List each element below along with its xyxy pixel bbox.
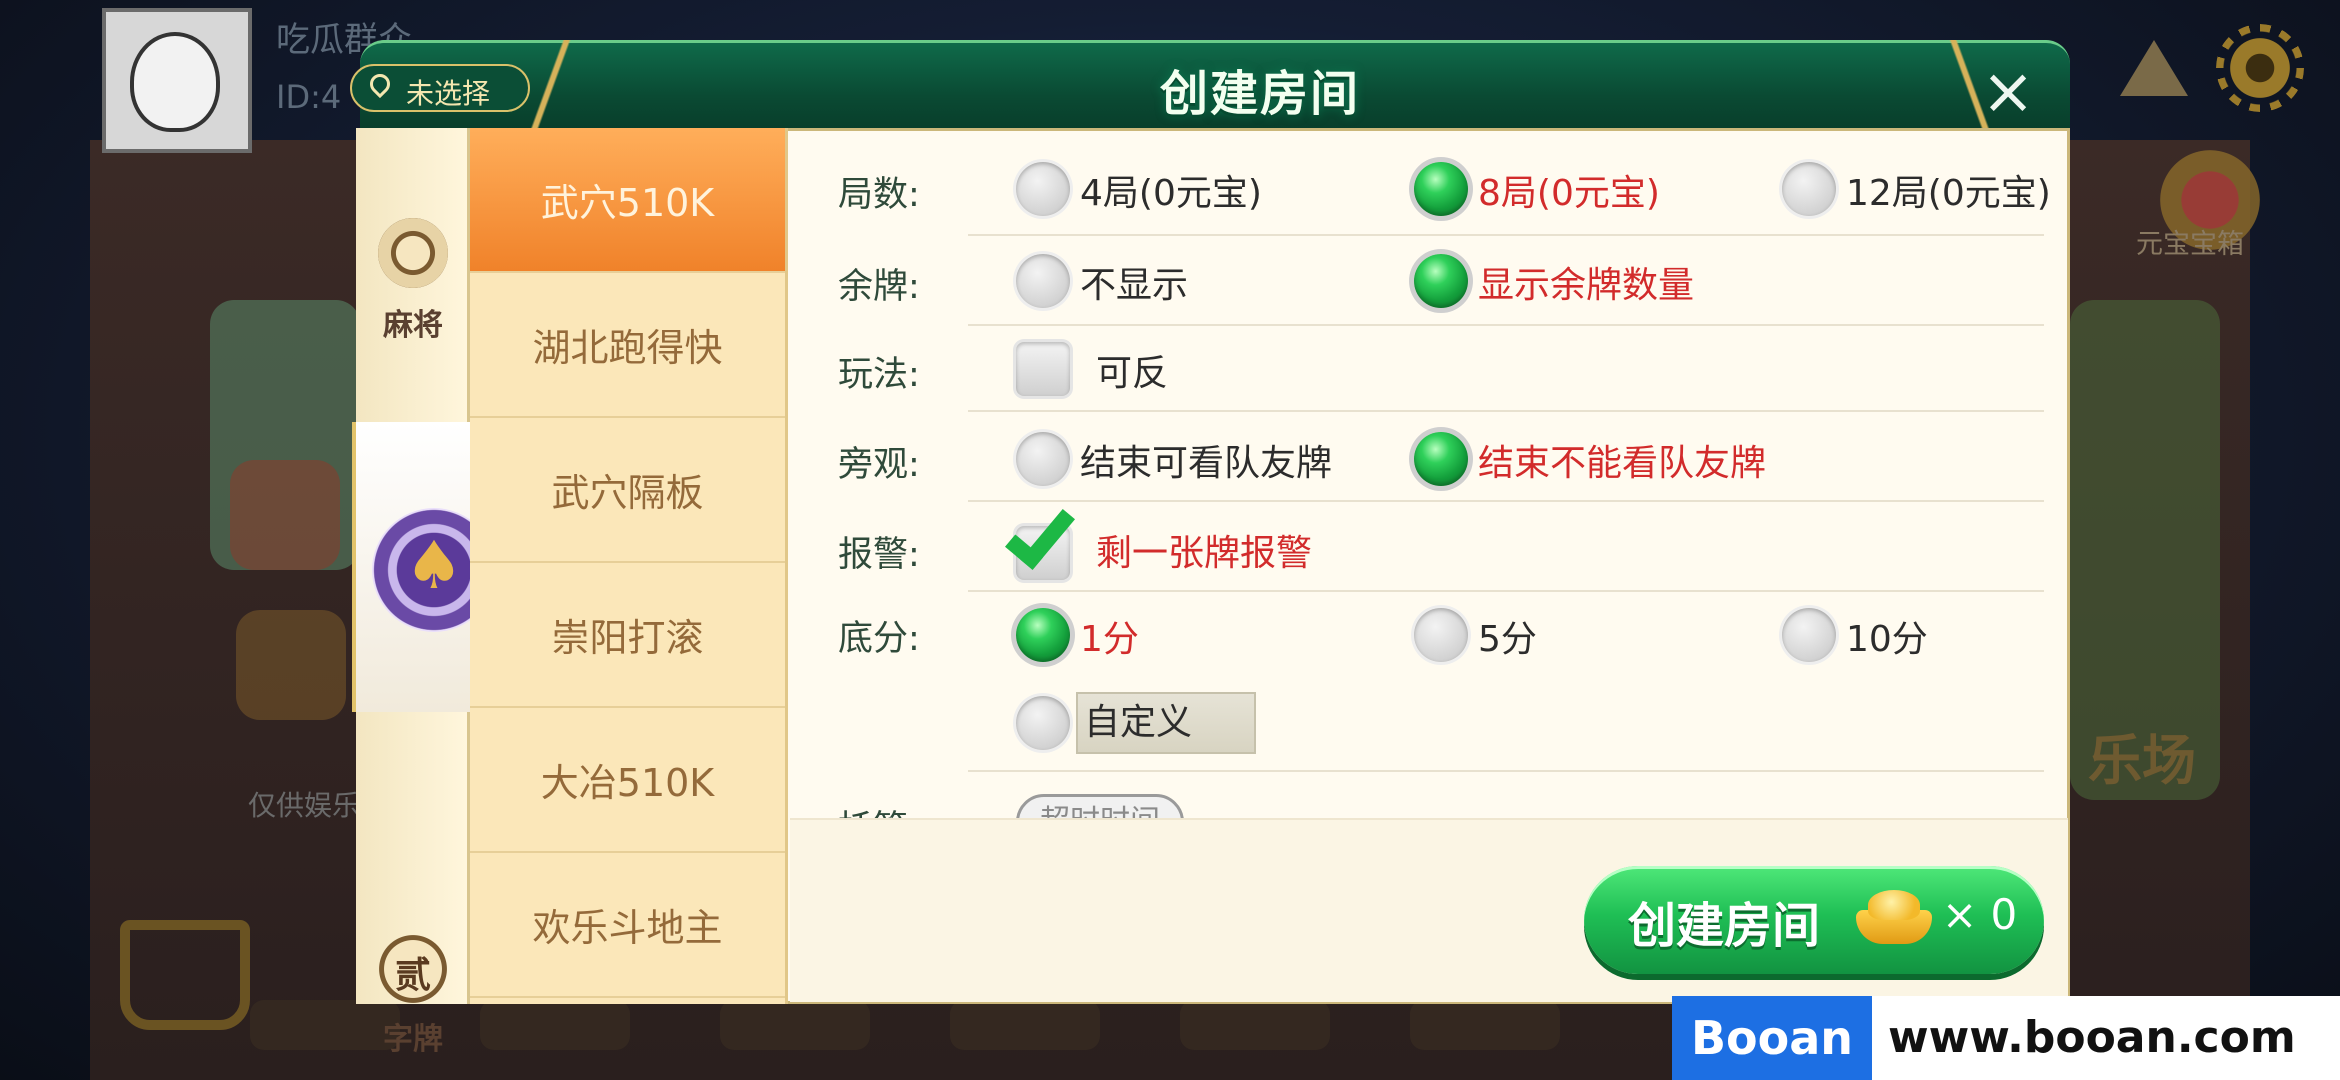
play-style-option-kefan[interactable]: 可反 — [1096, 344, 1168, 396]
create-room-button[interactable]: 创建房间 × 0 — [1584, 866, 2044, 974]
room-cost: × 0 — [1942, 890, 2018, 939]
alarm-option-last-card[interactable]: 剩一张牌报警 — [1096, 524, 1312, 576]
base-score-label: 底分: — [838, 619, 920, 659]
player-id: ID:4 — [276, 78, 342, 116]
bg-game-tile — [236, 610, 346, 720]
game-item-daye-510k[interactable]: 大冶510K — [470, 708, 785, 853]
radio-rounds-8[interactable] — [1414, 162, 1468, 216]
radio-score-10[interactable] — [1782, 608, 1836, 662]
location-pin-icon — [365, 69, 395, 99]
category-mahjong[interactable]: 麻将 — [356, 128, 470, 418]
game-list: 武穴510K 湖北跑得快 武穴隔板 崇阳打滚 大冶510K 欢乐斗地主 — [470, 128, 788, 1004]
divider — [968, 234, 2044, 236]
radio-score-5[interactable] — [1414, 608, 1468, 662]
trustee-timeout-button[interactable]: 超时时间 — [1016, 794, 1184, 818]
spectate-label: 旁观: — [838, 445, 920, 485]
modal-title: 创建房间 — [1159, 66, 1360, 122]
create-room-label: 创建房间 — [1628, 898, 1821, 954]
divider — [968, 500, 2044, 502]
er-character-emblem-icon: 贰 — [378, 934, 448, 1004]
divider — [968, 324, 2044, 326]
checkbox-kefan[interactable] — [1016, 342, 1070, 396]
spectate-option-deny[interactable]: 结束不能看队友牌 — [1478, 434, 1766, 486]
location-selector[interactable]: 未选择 — [350, 64, 530, 112]
checkmark-icon — [1004, 496, 1076, 570]
game-item-wuxue-geban[interactable]: 武穴隔板 — [470, 418, 785, 563]
game-item-doudizhu[interactable]: 欢乐斗地主 — [470, 853, 785, 998]
treasure-label: 元宝宝箱 — [2136, 229, 2244, 260]
shopping-cart-icon[interactable] — [120, 920, 250, 1030]
trustee-label: 托管: — [838, 800, 920, 818]
header-ornament — [520, 40, 590, 140]
radio-rounds-12[interactable] — [1782, 162, 1836, 216]
rounds-option-8[interactable]: 8局(0元宝) — [1478, 164, 1660, 216]
radio-show-remaining[interactable] — [1414, 254, 1468, 308]
left-caption: 仅供娱乐 — [248, 789, 361, 822]
remaining-cards-label: 余牌: — [838, 267, 920, 307]
spectate-option-allow[interactable]: 结束可看队友牌 — [1080, 434, 1332, 486]
close-button[interactable]: × — [1972, 56, 2044, 128]
watermark: Booan www.booan.com — [1672, 996, 2340, 1080]
game-item-chongyang-dagun[interactable]: 崇阳打滚 — [470, 563, 785, 708]
radio-rounds-4[interactable] — [1016, 162, 1070, 216]
mahjong-emblem-icon — [378, 218, 448, 288]
remaining-option-hide[interactable]: 不显示 — [1080, 256, 1188, 308]
game-item-wuxue-510k[interactable]: 武穴510K — [470, 128, 785, 273]
play-style-label: 玩法: — [838, 355, 920, 395]
category-label: 字牌 — [383, 1022, 443, 1057]
watermark-brand: Booan — [1672, 996, 1872, 1080]
custom-score-input[interactable]: 自定义 — [1076, 692, 1256, 754]
category-label: 麻将 — [383, 308, 443, 343]
bg-game-tile — [230, 460, 340, 570]
category-zipai[interactable]: 贰 字牌 — [356, 714, 470, 1057]
location-label: 未选择 — [406, 77, 491, 110]
bottom-nav-item[interactable] — [1180, 1000, 1330, 1050]
alarm-label: 报警: — [838, 535, 920, 575]
rounds-option-4[interactable]: 4局(0元宝) — [1080, 164, 1262, 216]
bottom-nav-item[interactable] — [1410, 1000, 1560, 1050]
score-option-1[interactable]: 1分 — [1080, 610, 1139, 662]
radio-score-custom[interactable] — [1016, 696, 1070, 750]
avatar[interactable] — [102, 8, 252, 153]
remaining-option-show[interactable]: 显示余牌数量 — [1478, 256, 1694, 308]
gear-icon[interactable] — [2222, 30, 2298, 106]
checkbox-alarm[interactable] — [1004, 496, 1076, 580]
mountain-icon[interactable] — [2120, 40, 2188, 96]
radio-score-1[interactable] — [1016, 608, 1070, 662]
bottom-nav-item[interactable] — [950, 1000, 1100, 1050]
rounds-option-12[interactable]: 12局(0元宝) — [1846, 164, 2051, 216]
radio-hide-remaining[interactable] — [1016, 254, 1070, 308]
options-panel: 局数: 4局(0元宝) 8局(0元宝) 12局(0元宝) 余牌: 不显示 显示余… — [790, 128, 2070, 818]
watermark-url: www.booan.com — [1888, 1012, 2296, 1063]
score-option-10[interactable]: 10分 — [1846, 610, 1928, 662]
divider — [968, 770, 2044, 772]
game-item-hubei-paodekuai[interactable]: 湖北跑得快 — [470, 273, 785, 418]
radio-spectate-allow[interactable] — [1016, 432, 1070, 486]
lobby-room-label: 乐场 — [2088, 729, 2196, 792]
radio-spectate-deny[interactable] — [1414, 432, 1468, 486]
divider — [968, 590, 2044, 592]
rounds-label: 局数: — [838, 175, 920, 215]
divider — [968, 410, 2044, 412]
gold-ingot-icon — [1856, 888, 1932, 948]
bottom-nav-item[interactable] — [720, 1000, 870, 1050]
avatar-face-icon — [130, 32, 220, 132]
emblem-text: 贰 — [394, 955, 431, 996]
close-icon: × — [1981, 55, 2035, 129]
score-option-5[interactable]: 5分 — [1478, 610, 1537, 662]
bottom-nav-item[interactable] — [480, 1000, 630, 1050]
